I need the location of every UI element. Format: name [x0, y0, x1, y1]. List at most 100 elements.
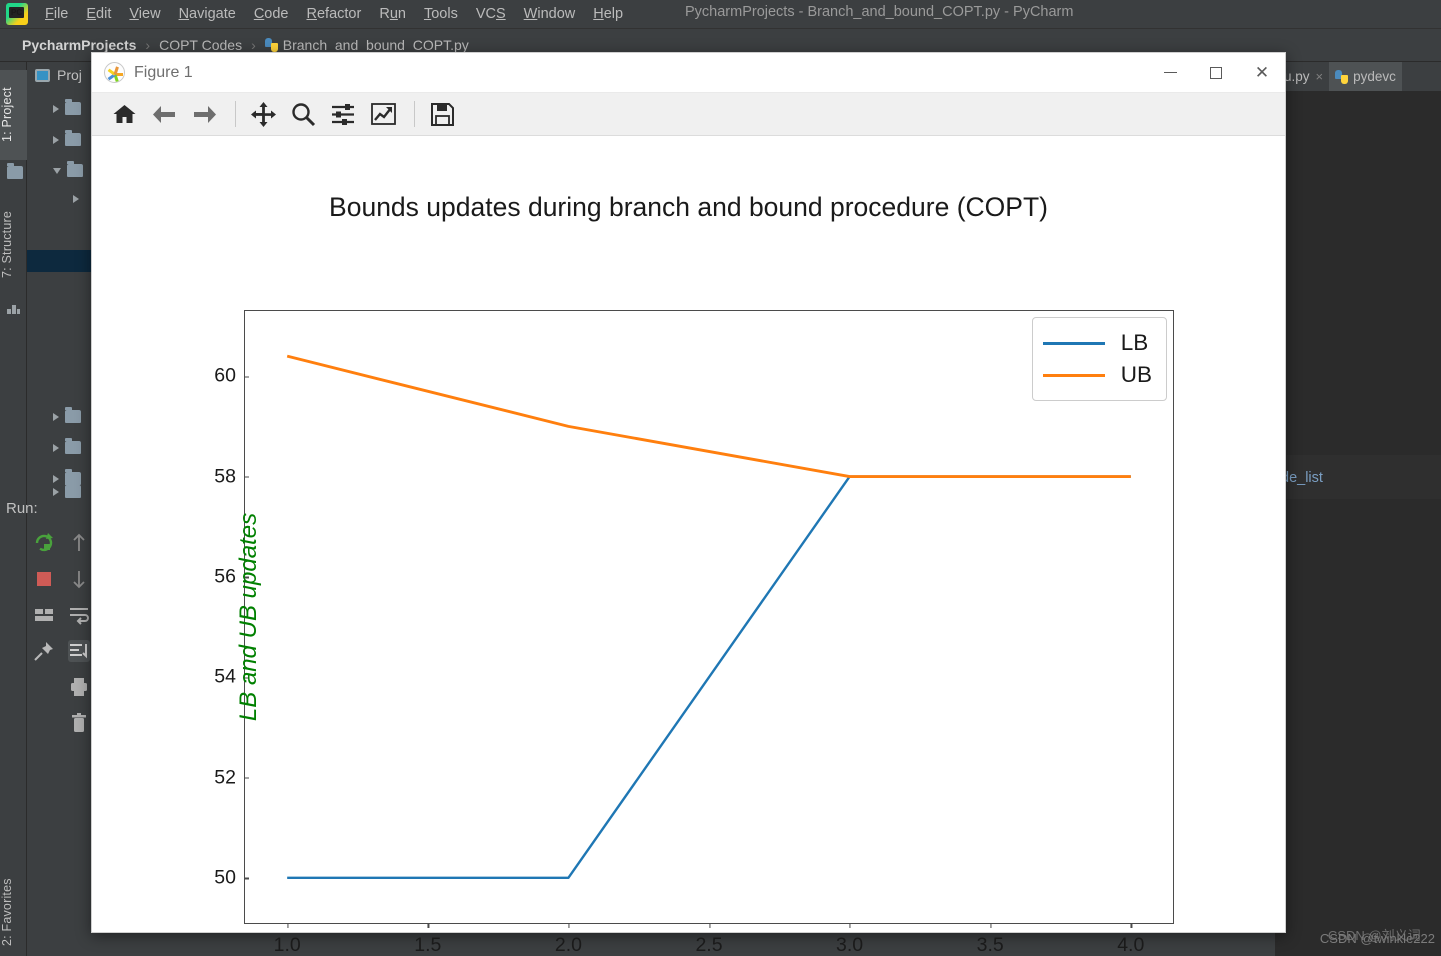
figure-window-title: Figure 1	[134, 63, 193, 81]
menu-tools[interactable]: Tools	[415, 3, 467, 25]
sidebar-item-favorites-label: 2: Favorites	[0, 878, 14, 946]
matplotlib-figure-window: Figure 1 ✕ Bounds updates during branch …	[91, 52, 1286, 956]
x-tick-label: 2.0	[555, 923, 582, 956]
editor-tab-pydevc[interactable]: pydevc	[1329, 62, 1402, 91]
menu-file[interactable]: File	[36, 3, 77, 25]
back-arrow-icon[interactable]	[146, 97, 182, 131]
menu-refactor[interactable]: Refactor	[298, 3, 371, 25]
chevron-right-icon[interactable]	[53, 474, 59, 483]
sidebar-item-structure-label: 7: Structure	[0, 211, 14, 279]
save-floppy-icon[interactable]	[424, 97, 460, 131]
legend-label-lb: LB	[1120, 330, 1149, 355]
editor-area	[1275, 62, 1441, 956]
tree-item[interactable]	[53, 130, 81, 146]
ide-window-title: PycharmProjects - Branch_and_bound_COPT.…	[685, 4, 1074, 20]
folder-icon	[65, 407, 81, 423]
figure-canvas: Bounds updates during branch and bound p…	[92, 136, 1285, 956]
editor-tab-pydevc-label: pydevc	[1353, 69, 1396, 84]
menu-run[interactable]: Run	[370, 3, 415, 25]
plot-axes: 50 52 54 56 58 60 1.0 1.5 2.0 2.5 3.0 3.…	[214, 310, 1174, 956]
chevron-down-icon[interactable]	[53, 167, 61, 174]
editor-tab-bar: lu.py × pydevc	[1275, 62, 1441, 91]
sidebar-item-project[interactable]: 1: Project	[0, 70, 27, 160]
project-window-icon	[35, 68, 50, 82]
sidebar-item-structure[interactable]: 7: Structure	[0, 192, 27, 297]
layout-icon[interactable]	[33, 604, 55, 626]
x-tick-label: 1.0	[274, 923, 301, 956]
tree-item[interactable]	[53, 407, 81, 423]
legend-label-ub: UB	[1120, 362, 1152, 387]
chevron-right-icon[interactable]	[73, 195, 79, 203]
arrow-up-icon[interactable]	[68, 532, 90, 554]
menu-edit[interactable]: Edit	[77, 3, 120, 25]
menu-code[interactable]: Code	[245, 3, 298, 25]
matplotlib-icon	[104, 62, 125, 83]
project-folder-icon	[7, 163, 23, 179]
tree-item[interactable]	[53, 161, 83, 177]
folder-icon	[67, 161, 83, 177]
tree-item[interactable]	[53, 482, 81, 498]
legend-swatch-ub	[1042, 373, 1105, 377]
stop-icon[interactable]	[33, 568, 55, 590]
close-button[interactable]: ✕	[1239, 53, 1285, 93]
breadcrumb-folder[interactable]: COPT Codes	[157, 37, 244, 53]
menu-navigate[interactable]: Navigate	[170, 3, 245, 25]
rerun-icon[interactable]	[33, 532, 55, 554]
ide-menu-bar: File Edit View Navigate Code Refactor Ru…	[0, 0, 1441, 29]
zoom-magnifier-icon[interactable]	[285, 97, 321, 131]
chart-title: Bounds updates during branch and bound p…	[329, 192, 1048, 222]
series-line-ub	[286, 354, 1131, 478]
scroll-to-end-icon[interactable]	[68, 640, 90, 662]
watermark: CSDN @twinkle222 CSDN @刘义词	[1320, 928, 1435, 946]
plot-lines	[286, 354, 1131, 880]
pin-icon[interactable]	[33, 640, 55, 662]
y-tick-label: 58	[214, 465, 249, 488]
chevron-right-icon[interactable]	[53, 443, 59, 452]
forward-arrow-icon[interactable]	[186, 97, 222, 131]
trash-icon[interactable]	[68, 712, 90, 734]
maximize-button[interactable]	[1193, 53, 1239, 93]
pycharm-logo-icon	[6, 3, 28, 25]
close-icon[interactable]: ×	[1316, 69, 1324, 84]
chevron-right-icon[interactable]	[53, 135, 59, 144]
print-icon[interactable]	[68, 676, 90, 698]
menu-help[interactable]: Help	[584, 3, 632, 25]
menu-window[interactable]: Window	[515, 3, 585, 25]
x-tick-label: 3.0	[836, 923, 863, 956]
chevron-right-icon[interactable]	[53, 412, 59, 421]
minimize-button[interactable]	[1147, 53, 1193, 93]
breadcrumb-file[interactable]: Branch_and_bound_COPT.py	[263, 37, 471, 53]
sidebar-item-project-label: 1: Project	[0, 87, 14, 143]
folder-icon	[65, 99, 81, 115]
watermark-text-cjk: CSDN @刘义词	[1327, 928, 1421, 943]
python-file-icon	[1335, 69, 1349, 84]
sidebar-item-favorites[interactable]: 2: Favorites	[0, 857, 27, 956]
tree-item[interactable]	[53, 438, 81, 454]
breadcrumb-separator-2: ›	[251, 37, 256, 53]
breadcrumb-separator-1: ›	[145, 37, 151, 53]
home-icon[interactable]	[106, 97, 142, 131]
folder-icon	[65, 482, 81, 498]
run-panel-label: Run:	[6, 500, 38, 517]
menu-view[interactable]: View	[120, 3, 169, 25]
toolbar-separator	[414, 101, 415, 127]
y-tick-label: 60	[214, 365, 249, 388]
tree-item[interactable]	[73, 195, 85, 203]
chevron-right-icon[interactable]	[53, 104, 59, 113]
figure-title-bar[interactable]: Figure 1 ✕	[92, 53, 1285, 93]
edit-curve-icon[interactable]	[365, 97, 401, 131]
toolbar-separator	[235, 101, 236, 127]
breadcrumb-root[interactable]: PycharmProjects	[0, 37, 138, 53]
pan-move-icon[interactable]	[245, 97, 281, 131]
tree-item[interactable]	[53, 99, 81, 115]
chevron-right-icon[interactable]	[53, 487, 59, 496]
subplot-sliders-icon[interactable]	[325, 97, 361, 131]
figure-toolbar	[92, 93, 1285, 136]
legend-item-ub: UB	[1042, 359, 1152, 391]
arrow-down-icon[interactable]	[68, 568, 90, 590]
menu-vcs[interactable]: VCS	[467, 3, 515, 25]
series-line-lb	[287, 475, 1131, 880]
soft-wrap-icon[interactable]	[68, 604, 90, 626]
window-controls: ✕	[1147, 53, 1285, 93]
y-tick-label: 50	[214, 866, 249, 889]
